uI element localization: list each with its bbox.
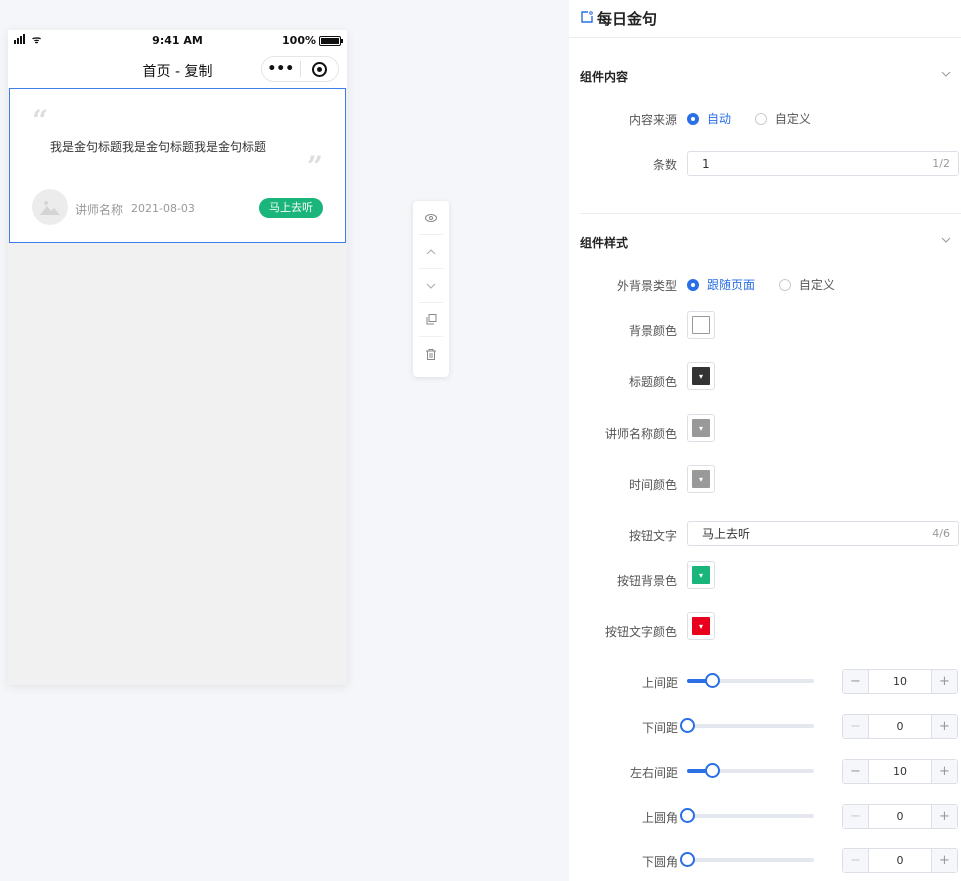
- time-color-label: 时间颜色: [628, 478, 677, 492]
- increment-button[interactable]: +: [932, 760, 957, 783]
- settings-panel: 每日金句 组件内容 内容来源 自动 自定义 条数 1 1/2 组件样式 外背景类型…: [569, 0, 961, 881]
- radio-auto[interactable]: 自动: [687, 110, 731, 127]
- battery-icon: [319, 35, 343, 46]
- slider-track[interactable]: [680, 718, 814, 733]
- slider-track[interactable]: [680, 808, 814, 823]
- number-stepper[interactable]: −0 +: [842, 714, 958, 739]
- radio-follow-page[interactable]: 跟随页面: [687, 276, 755, 293]
- section-content-title[interactable]: 组件内容: [580, 68, 628, 85]
- count-input[interactable]: 1 1/2: [687, 151, 959, 176]
- bg-color-label: 背景颜色: [628, 324, 677, 338]
- more-icon[interactable]: •••: [262, 61, 300, 77]
- slider-handle[interactable]: [680, 852, 695, 867]
- time-color-picker[interactable]: ▾: [687, 465, 715, 493]
- lecturer-color-label: 讲师名称颜色: [604, 427, 677, 441]
- number-stepper[interactable]: −10 +: [842, 759, 958, 784]
- panel-header: 每日金句: [569, 0, 961, 38]
- number-stepper[interactable]: −10 +: [842, 669, 958, 694]
- slider-label: 下间距: [641, 721, 678, 735]
- panel-title: 每日金句: [597, 10, 658, 28]
- section-style-title[interactable]: 组件样式: [580, 234, 628, 251]
- quote-card[interactable]: “ 我是金句标题我是金句标题我是金句标题 ” 讲师名称 2021-08-03 马…: [9, 88, 346, 243]
- btn-text-color-label: 按钮文字颜色: [604, 625, 677, 639]
- mini-program-capsule: •••: [261, 56, 339, 82]
- close-target-icon[interactable]: [301, 61, 339, 77]
- phone-preview: ᯤ 9:41 AM 100% 首页 - 复制 ••• “ 我是金句标题我是金句标…: [8, 30, 347, 685]
- btn-text-label: 按钮文字: [628, 529, 677, 543]
- bg-color-picker[interactable]: [687, 311, 715, 339]
- number-stepper[interactable]: −0 +: [842, 848, 958, 873]
- decrement-button[interactable]: −: [843, 849, 868, 872]
- slider-label: 上圆角: [641, 811, 678, 825]
- btn-text-input[interactable]: 马上去听 4/6: [687, 521, 959, 546]
- quote-title: 我是金句标题我是金句标题我是金句标题: [50, 140, 267, 154]
- increment-button[interactable]: +: [932, 715, 957, 738]
- btn-text-counter: 4/6: [932, 527, 950, 540]
- stepper-value[interactable]: 0: [868, 715, 932, 738]
- slider-handle[interactable]: [680, 808, 695, 823]
- title-color-label: 标题颜色: [628, 375, 677, 389]
- radio-custom-bg[interactable]: 自定义: [778, 276, 835, 293]
- bgtype-label: 外背景类型: [616, 279, 677, 293]
- btn-bg-color-picker[interactable]: ▾: [687, 561, 715, 589]
- slider-handle[interactable]: [680, 718, 695, 733]
- slider-handle[interactable]: [705, 763, 720, 778]
- publish-date: 2021-08-03: [131, 202, 195, 215]
- title-color-picker[interactable]: ▾: [687, 362, 715, 390]
- number-stepper[interactable]: −0 +: [842, 804, 958, 829]
- trash-icon[interactable]: [419, 337, 443, 371]
- increment-button[interactable]: +: [932, 849, 957, 872]
- increment-button[interactable]: +: [932, 805, 957, 828]
- image-placeholder-icon: [40, 201, 60, 215]
- open-quote-icon: “: [32, 104, 49, 137]
- btn-bg-label: 按钮背景色: [616, 574, 677, 588]
- lecturer-color-picker[interactable]: ▾: [687, 414, 715, 442]
- slider-track[interactable]: [687, 673, 814, 688]
- slider-track[interactable]: [680, 852, 814, 867]
- arrow-up-icon[interactable]: [419, 235, 443, 269]
- section-divider: [580, 213, 961, 214]
- stepper-value[interactable]: 0: [868, 805, 932, 828]
- count-value: 1: [702, 156, 710, 171]
- edit-link-icon: [581, 10, 593, 27]
- slider-track[interactable]: [687, 763, 814, 778]
- decrement-button[interactable]: −: [843, 670, 868, 693]
- nav-bar: 首页 - 复制 •••: [8, 52, 347, 88]
- radio-custom-source[interactable]: 自定义: [754, 110, 811, 127]
- slider-label: 左右间距: [629, 766, 678, 780]
- stepper-value[interactable]: 10: [868, 670, 932, 693]
- eye-icon[interactable]: [419, 201, 443, 235]
- battery-indicator: 100%: [282, 34, 343, 47]
- source-label: 内容来源: [628, 113, 677, 127]
- bgtype-radio-group: 跟随页面 自定义: [687, 276, 855, 294]
- decrement-button[interactable]: −: [843, 715, 868, 738]
- stepper-value[interactable]: 0: [868, 849, 932, 872]
- slider-label: 下圆角: [641, 855, 678, 869]
- close-quote-icon: ”: [306, 150, 323, 183]
- source-radio-group: 自动 自定义: [687, 110, 831, 128]
- count-counter: 1/2: [932, 157, 950, 170]
- battery-percent: 100%: [282, 34, 316, 47]
- copy-icon[interactable]: [419, 303, 443, 337]
- avatar: [32, 189, 68, 225]
- chevron-down-icon[interactable]: [941, 235, 951, 246]
- slider-label: 上间距: [641, 676, 678, 690]
- btn-text-value: 马上去听: [702, 527, 751, 541]
- chevron-down-icon[interactable]: [941, 69, 951, 80]
- component-toolbar: [413, 201, 449, 377]
- stepper-value[interactable]: 10: [868, 760, 932, 783]
- listen-button[interactable]: 马上去听: [259, 198, 323, 218]
- btn-text-color-picker[interactable]: ▾: [687, 612, 715, 640]
- count-label: 条数: [652, 158, 677, 172]
- lecturer-name: 讲师名称: [75, 203, 124, 217]
- arrow-down-icon[interactable]: [419, 269, 443, 303]
- status-bar: ᯤ 9:41 AM 100%: [8, 30, 347, 52]
- decrement-button[interactable]: −: [843, 760, 868, 783]
- increment-button[interactable]: +: [932, 670, 957, 693]
- decrement-button[interactable]: −: [843, 805, 868, 828]
- slider-handle[interactable]: [705, 673, 720, 688]
